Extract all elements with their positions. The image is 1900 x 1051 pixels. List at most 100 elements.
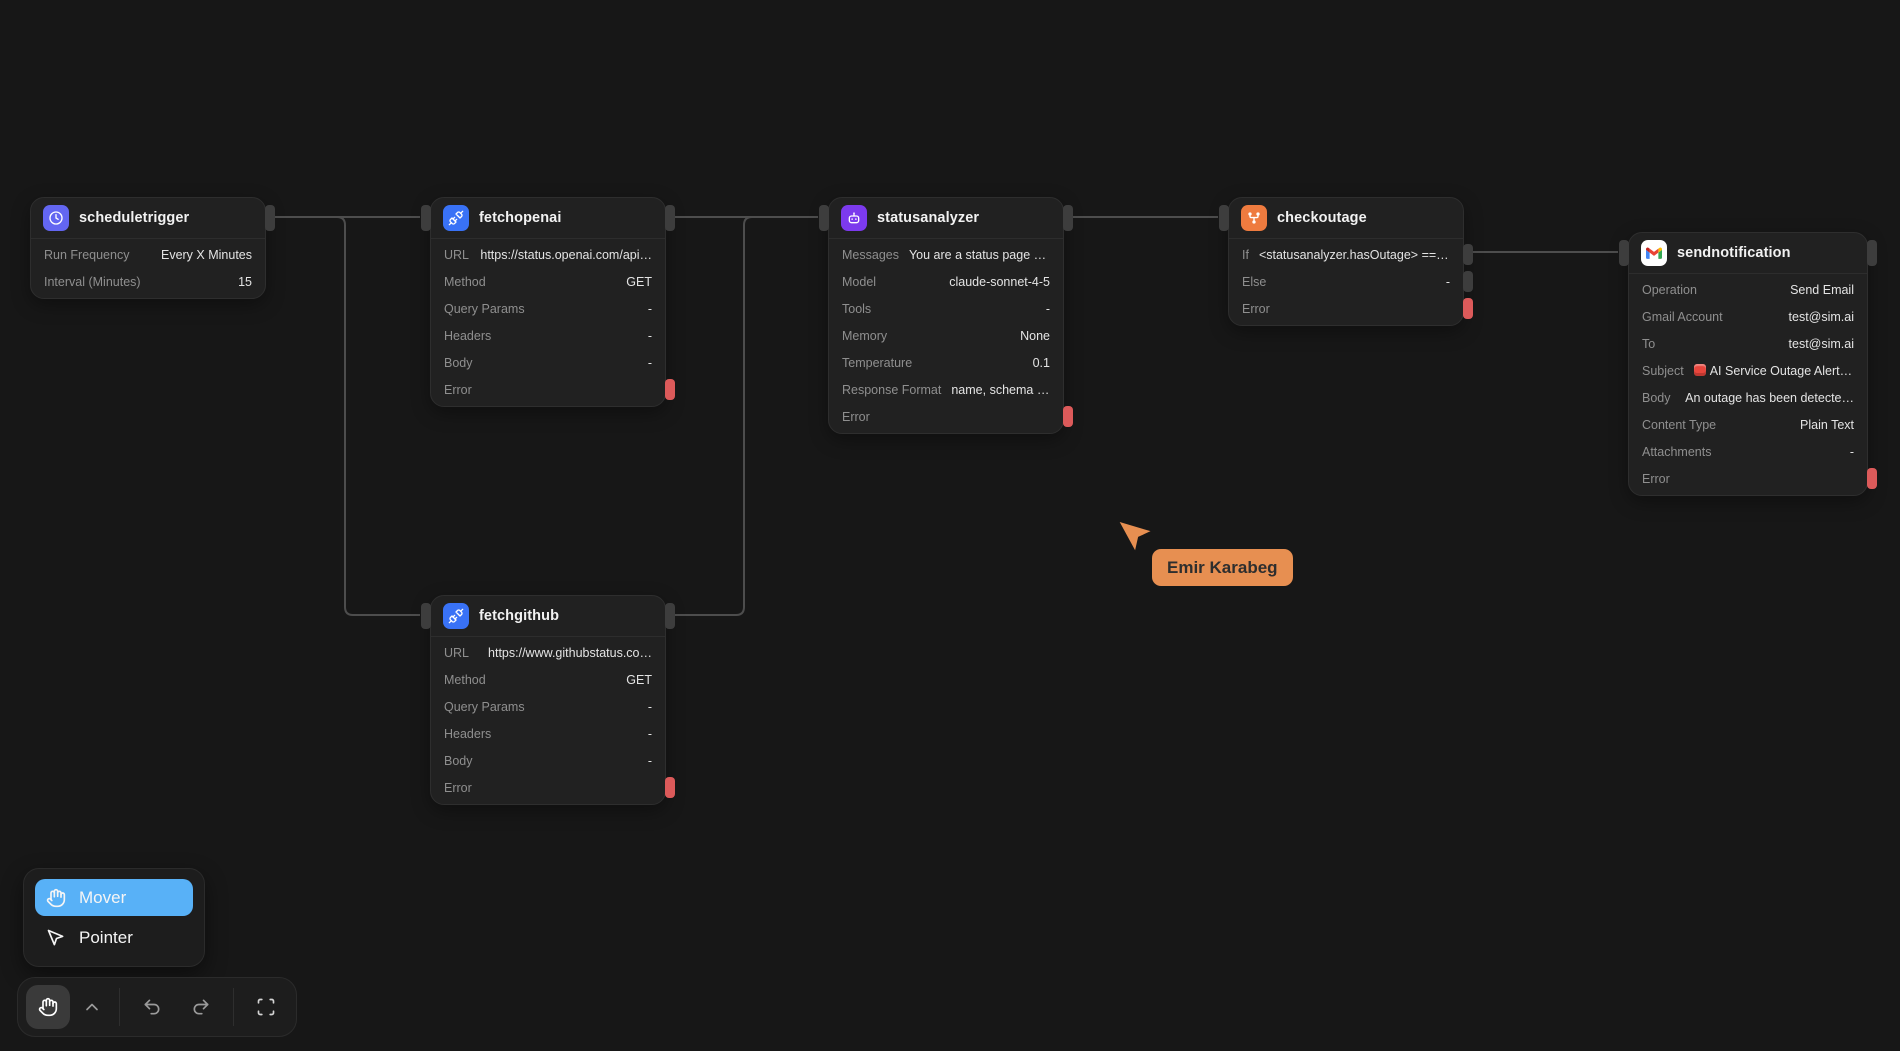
node-title: scheduletrigger: [79, 210, 189, 226]
row-value: -: [1276, 275, 1450, 289]
node-rows: MessagesYou are a status page an… Modelcl…: [829, 239, 1063, 433]
output-port[interactable]: [1063, 205, 1073, 231]
row-label: Temperature: [842, 356, 912, 370]
input-port[interactable]: [421, 603, 431, 629]
agent-icon: [841, 205, 867, 231]
node-row-error: Error: [1229, 295, 1463, 322]
error-port[interactable]: [665, 379, 675, 400]
row-label: Error: [1242, 302, 1270, 316]
row-output-port[interactable]: [1463, 244, 1473, 265]
node-rows: URLhttps://status.openai.com/api…MethodG…: [431, 239, 665, 406]
node-title: statusanalyzer: [877, 210, 979, 226]
node-title: fetchopenai: [479, 210, 561, 226]
node-row-run-frequency: Run FrequencyEvery X Minutes: [31, 241, 265, 268]
node-row-model: Model claude-sonnet-4-5: [829, 268, 1063, 295]
row-label: Tools: [842, 302, 871, 316]
row-label: Headers: [444, 329, 491, 343]
node-row-gmail-account: Gmail Accounttest@sim.ai: [1629, 303, 1867, 330]
row-value: -: [535, 302, 652, 316]
row-label: Model: [842, 275, 876, 289]
tool-menu: Mover Pointer: [23, 868, 205, 967]
row-label: Operation: [1642, 283, 1697, 297]
node-row-error: Error: [1629, 465, 1867, 492]
row-label: URL: [444, 248, 469, 262]
node-statusanalyzer[interactable]: statusanalyzer MessagesYou are a status p…: [828, 197, 1064, 434]
row-label: Body: [444, 356, 473, 370]
row-value: -: [535, 700, 652, 714]
error-port[interactable]: [665, 777, 675, 798]
node-row-response-format: Response Formatname, schema +1: [829, 376, 1063, 403]
tool-menu-item-pointer[interactable]: Pointer: [35, 919, 193, 956]
node-row-query-params: Query Params-: [431, 693, 665, 720]
node-row-subject: Subject AI Service Outage Alert …: [1629, 357, 1867, 384]
row-label: Error: [1642, 472, 1670, 486]
redo-button[interactable]: [179, 985, 223, 1029]
node-rows: Run FrequencyEvery X MinutesInterval (Mi…: [31, 239, 265, 298]
row-label: Subject: [1642, 364, 1684, 378]
row-label: Response Format: [842, 383, 941, 397]
hand-icon: [46, 888, 66, 908]
output-port[interactable]: [665, 205, 675, 231]
node-row-attachments: Attachments-: [1629, 438, 1867, 465]
row-value: https://status.openai.com/api…: [479, 248, 652, 262]
row-label: Gmail Account: [1642, 310, 1723, 324]
tool-menu-item-mover[interactable]: Mover: [35, 879, 193, 916]
node-row-messages: MessagesYou are a status page an…: [829, 241, 1063, 268]
input-port[interactable]: [1219, 205, 1229, 231]
pan-tool-button[interactable]: [26, 985, 70, 1029]
output-port[interactable]: [665, 603, 675, 629]
node-row-body: BodyAn outage has been detecte…: [1629, 384, 1867, 411]
row-value: claude-sonnet-4-5: [886, 275, 1050, 289]
pointer-icon: [46, 928, 66, 948]
node-row-error: Error: [431, 376, 665, 403]
input-port[interactable]: [421, 205, 431, 231]
node-row-error: Error: [431, 774, 665, 801]
error-port[interactable]: [1867, 468, 1877, 489]
error-port[interactable]: [1063, 406, 1073, 427]
node-row-temperature: Temperature0.1: [829, 349, 1063, 376]
error-port[interactable]: [1463, 298, 1473, 319]
row-value: GET: [496, 673, 652, 687]
node-scheduletrigger[interactable]: scheduletrigger Run FrequencyEvery X Minu…: [30, 197, 266, 299]
row-value: -: [881, 302, 1050, 316]
row-label: Error: [842, 410, 870, 424]
node-row-body: Body-: [431, 747, 665, 774]
input-port[interactable]: [1619, 240, 1629, 266]
connection-edges: [0, 0, 1900, 1051]
row-value: -: [483, 356, 653, 370]
node-row-headers: Headers-: [431, 720, 665, 747]
collapse-toolbar-button[interactable]: [75, 985, 109, 1029]
node-row-query-params: Query Params-: [431, 295, 665, 322]
node-checkoutage[interactable]: checkoutageIf<statusanalyzer.hasOutage> …: [1228, 197, 1464, 326]
output-port[interactable]: [265, 205, 275, 231]
row-value: AI Service Outage Alert …: [1694, 364, 1854, 378]
row-value: An outage has been detecte…: [1681, 391, 1855, 405]
undo-button[interactable]: [130, 985, 174, 1029]
output-port[interactable]: [1867, 240, 1877, 266]
node-row-body: Body-: [431, 349, 665, 376]
row-label: To: [1642, 337, 1655, 351]
remote-cursor-name-badge: Emir Karabeg: [1152, 549, 1293, 586]
row-label: Attachments: [1642, 445, 1711, 459]
undo-icon: [142, 997, 162, 1017]
fullscreen-button[interactable]: [244, 985, 288, 1029]
node-sendnotification[interactable]: sendnotification Operation Send Email Gmail…: [1628, 232, 1868, 496]
row-output-port[interactable]: [1463, 271, 1473, 292]
row-value: -: [501, 329, 652, 343]
input-port[interactable]: [819, 205, 829, 231]
node-header: sendnotification: [1629, 233, 1867, 274]
hand-icon: [38, 997, 58, 1017]
row-value: https://www.githubstatus.co…: [479, 646, 652, 660]
row-label: Messages: [842, 248, 899, 262]
row-label: Query Params: [444, 700, 525, 714]
node-row-method: MethodGET: [431, 666, 665, 693]
row-label: URL: [444, 646, 469, 660]
node-fetchopenai[interactable]: fetchopenai URL https://status.openai.com/…: [430, 197, 666, 407]
edge-scheduletrigger-to-fetchgithub: [274, 217, 420, 615]
node-row-else: Else-: [1229, 268, 1463, 295]
row-value: Send Email: [1707, 283, 1854, 297]
node-fetchgithub[interactable]: fetchgithub URL https://www.githubstatus.c…: [430, 595, 666, 805]
row-label: Method: [444, 275, 486, 289]
workflow-canvas[interactable]: scheduletrigger Run FrequencyEvery X Minu…: [0, 0, 1900, 1051]
node-header: fetchgithub: [431, 596, 665, 637]
